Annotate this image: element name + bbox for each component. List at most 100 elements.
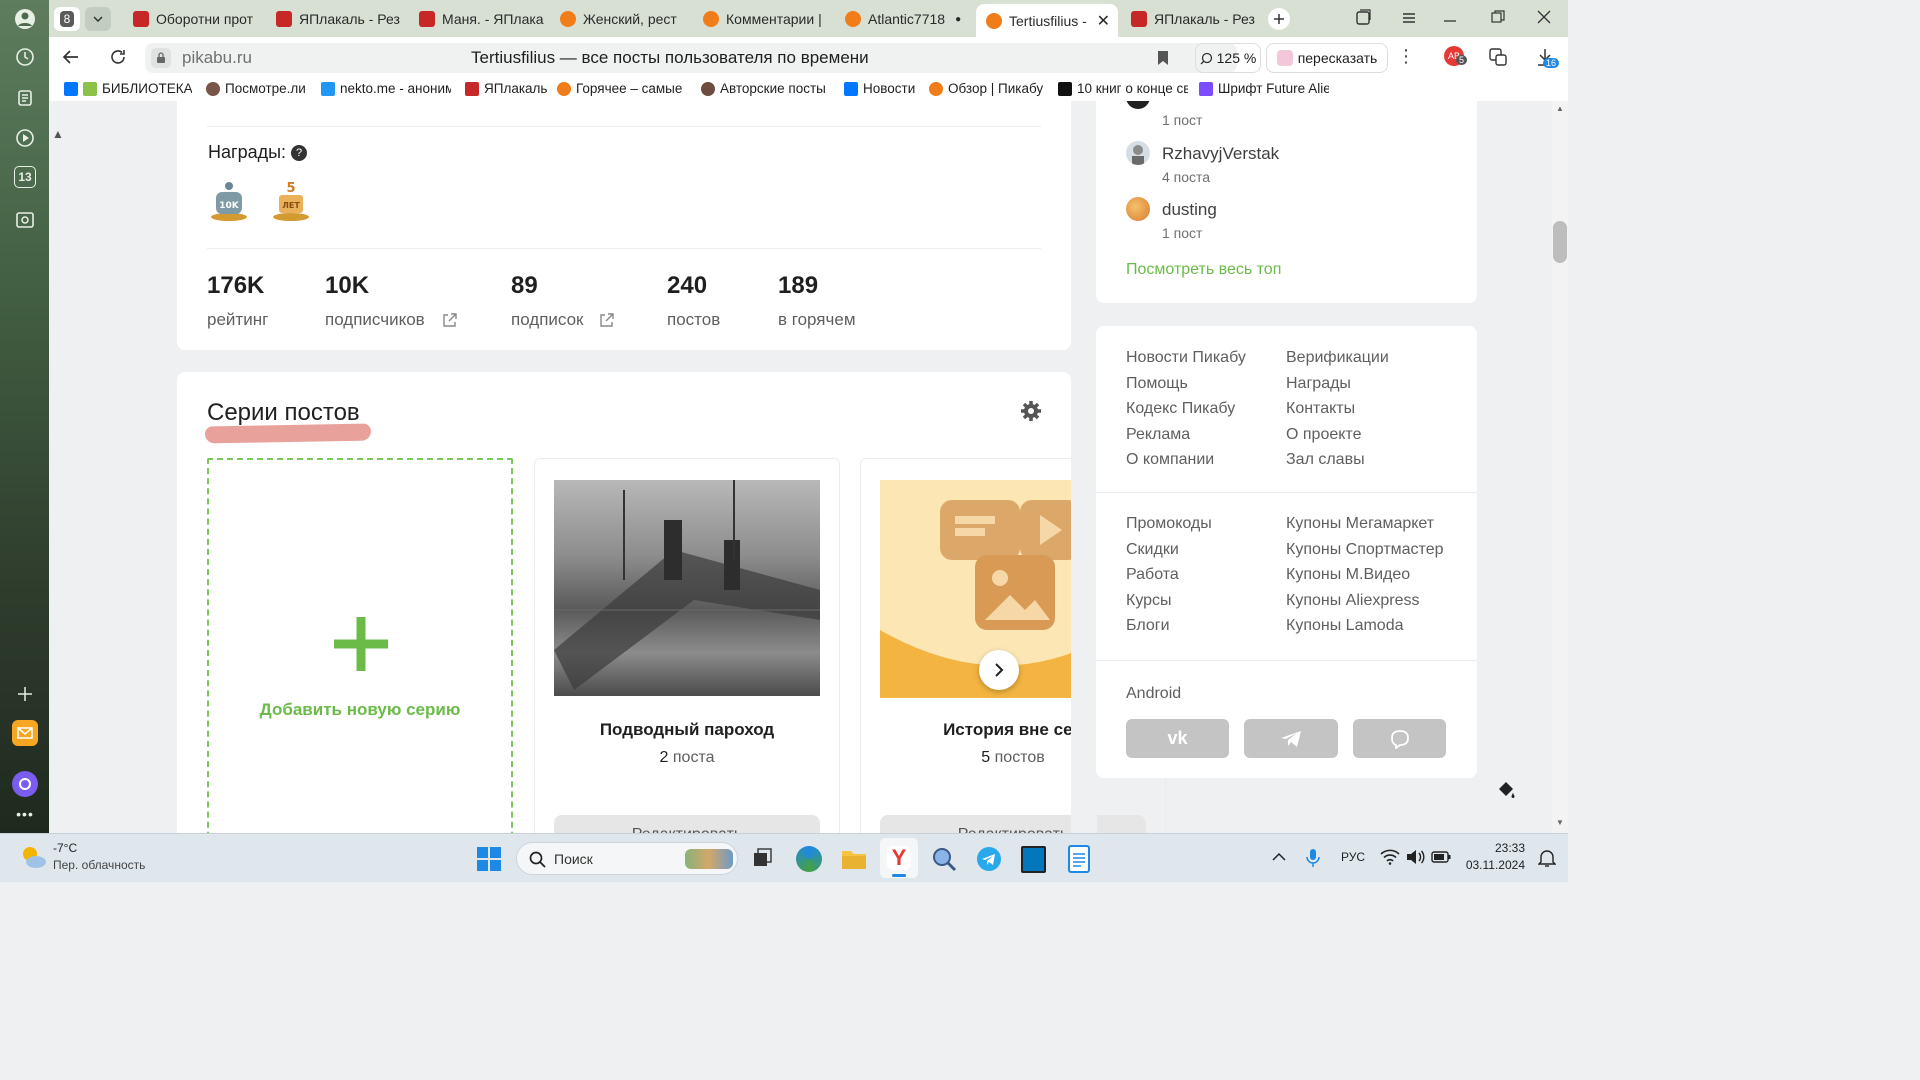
bookmark-item[interactable]: 10 книг о конце св <box>1058 81 1188 96</box>
link[interactable]: Блоги <box>1126 617 1212 643</box>
alice-icon[interactable] <box>12 771 38 797</box>
volume-icon[interactable] <box>1405 849 1425 870</box>
paint-bucket-icon[interactable] <box>1495 779 1517 806</box>
notification-bell-icon[interactable] <box>1537 848 1557 873</box>
file-explorer-icon[interactable] <box>841 848 867 875</box>
series-item[interactable]: Подводный пароход 2 поста Редактировать <box>534 458 840 833</box>
link[interactable]: Награды <box>1286 375 1389 401</box>
bookmark-icon[interactable] <box>1157 50 1169 71</box>
scrollbar-thumb[interactable] <box>1553 221 1567 263</box>
bookmark-item[interactable]: БИБЛИОТЕКА <box>64 81 192 96</box>
telegram-icon[interactable] <box>1244 719 1338 758</box>
tab-active[interactable]: Tertiusfilius - ✕ <box>976 4 1118 37</box>
back-icon[interactable] <box>62 48 80 71</box>
lock-icon[interactable] <box>151 48 171 68</box>
tab-counter[interactable]: 8 <box>54 7 80 31</box>
link[interactable]: Курсы <box>1126 592 1212 618</box>
tabs-sidebar-icon[interactable] <box>1354 9 1372 32</box>
search-input[interactable]: Поиск <box>516 842 738 875</box>
battery-icon[interactable] <box>1431 850 1451 869</box>
external-link-icon[interactable] <box>599 313 614 328</box>
mail-icon[interactable] <box>12 720 38 746</box>
avatar[interactable] <box>1126 141 1150 165</box>
language-indicator[interactable]: РУС <box>1341 850 1365 864</box>
new-tab-icon[interactable] <box>1268 8 1290 30</box>
bookmark-item[interactable]: ЯПлакаль <box>465 81 547 96</box>
screenshot-icon[interactable] <box>12 207 38 233</box>
vk-share-icon[interactable]: vk <box>1126 719 1229 758</box>
task-view-icon[interactable] <box>752 847 774 874</box>
zoom-indicator[interactable]: 125 % <box>1195 43 1261 73</box>
link[interactable]: Купоны Aliexpress <box>1286 592 1444 618</box>
calendar-13-icon[interactable]: 13 <box>14 166 36 188</box>
link[interactable]: Кодекс Пикабу <box>1126 400 1246 426</box>
link[interactable]: Купоны Мегамаркет <box>1286 515 1444 541</box>
award-5-years-icon[interactable]: 5 ЛЕТ <box>272 178 310 227</box>
see-all-top-link[interactable]: Посмотреть весь топ <box>1126 261 1281 279</box>
bookmark-item[interactable]: nekto.me - аноним <box>321 81 451 96</box>
link[interactable]: Реклама <box>1126 426 1246 452</box>
link[interactable]: Купоны Спортмастер <box>1286 541 1444 567</box>
page-scrollbar[interactable]: ▲ ▼ <box>1552 101 1568 833</box>
url-field[interactable]: pikabu.ru Tertiusfilius — все посты поль… <box>145 43 1237 73</box>
weather-icon[interactable] <box>18 843 48 876</box>
link[interactable]: О компании <box>1126 451 1246 477</box>
translate-icon[interactable] <box>1488 47 1508 72</box>
link[interactable]: Помощь <box>1126 375 1246 401</box>
restore-icon[interactable] <box>1491 10 1505 29</box>
bookmark-item[interactable]: Посмотре.ли <box>206 81 306 96</box>
link[interactable]: Купоны М.Видео <box>1286 566 1444 592</box>
profile-icon[interactable] <box>12 6 38 32</box>
chevron-down-icon[interactable] <box>85 7 111 31</box>
author-name[interactable]: RzhavyjVerstak <box>1162 144 1279 164</box>
notes-app-icon[interactable] <box>1021 846 1046 873</box>
link[interactable]: Скидки <box>1126 541 1212 567</box>
award-10k-icon[interactable]: 10K <box>210 178 248 227</box>
link[interactable]: Купоны Lamoda <box>1286 617 1444 643</box>
scroll-down-arrow-icon[interactable]: ▼ <box>1556 818 1564 827</box>
author-name[interactable]: dusting <box>1162 200 1217 220</box>
play-icon[interactable] <box>12 125 38 151</box>
viber-icon[interactable] <box>1353 719 1446 758</box>
retell-button[interactable]: пересказать <box>1266 43 1388 73</box>
help-icon[interactable]: ? <box>291 144 308 161</box>
link[interactable]: О проекте <box>1286 426 1389 452</box>
clock-date[interactable]: 03.11.2024 <box>1460 858 1525 872</box>
bookmark-item[interactable]: Горячее – самые <box>557 81 687 96</box>
magnifier-app-icon[interactable] <box>931 846 957 877</box>
bookmark-item[interactable]: Обзор | Пикабу <box>929 81 1043 96</box>
external-link-icon[interactable] <box>442 313 457 328</box>
edge-icon[interactable] <box>796 846 822 872</box>
chevron-up-icon[interactable] <box>1272 849 1286 867</box>
tab-1[interactable]: Оборотни прот <box>133 4 261 34</box>
notepad-icon[interactable] <box>1068 845 1090 873</box>
avatar[interactable] <box>1126 197 1150 221</box>
close-window-icon[interactable] <box>1537 10 1551 29</box>
clock-time[interactable]: 23:33 <box>1465 841 1525 855</box>
gear-icon[interactable] <box>1020 400 1042 427</box>
android-link[interactable]: Android <box>1126 685 1181 703</box>
collections-icon[interactable] <box>12 85 38 111</box>
scroll-up-arrow-icon[interactable]: ▲ <box>1556 104 1564 113</box>
edit-series-button[interactable]: Редактировать <box>554 815 820 833</box>
yandex-browser-taskbar-button[interactable]: Y <box>880 838 918 878</box>
link[interactable]: Работа <box>1126 566 1212 592</box>
start-icon[interactable] <box>476 846 502 877</box>
minimize-icon[interactable] <box>1443 13 1457 31</box>
history-icon[interactable] <box>12 44 38 70</box>
link[interactable]: Зал славы <box>1286 451 1389 477</box>
add-series-button[interactable]: Добавить новую серию <box>207 458 513 833</box>
tab-2[interactable]: ЯПлакаль - Рез <box>276 4 404 34</box>
carousel-next-icon[interactable] <box>979 650 1019 690</box>
tab-4[interactable]: Женский, рест <box>560 4 688 34</box>
bookmark-item[interactable]: Шрифт Future Alie <box>1199 81 1329 96</box>
reload-icon[interactable] <box>109 48 127 71</box>
bookmark-item[interactable]: Авторские посты <box>701 81 829 96</box>
link[interactable]: Верификации <box>1286 349 1389 375</box>
more-icon[interactable]: ••• <box>12 801 38 827</box>
close-tab-icon[interactable]: ✕ <box>1097 11 1110 31</box>
link[interactable]: Контакты <box>1286 400 1389 426</box>
tab-8[interactable]: ЯПлакаль - Рез <box>1131 4 1256 34</box>
scroll-up-icon[interactable]: ▲ <box>52 127 64 141</box>
edit-series-button[interactable]: Редактировать <box>880 815 1146 833</box>
